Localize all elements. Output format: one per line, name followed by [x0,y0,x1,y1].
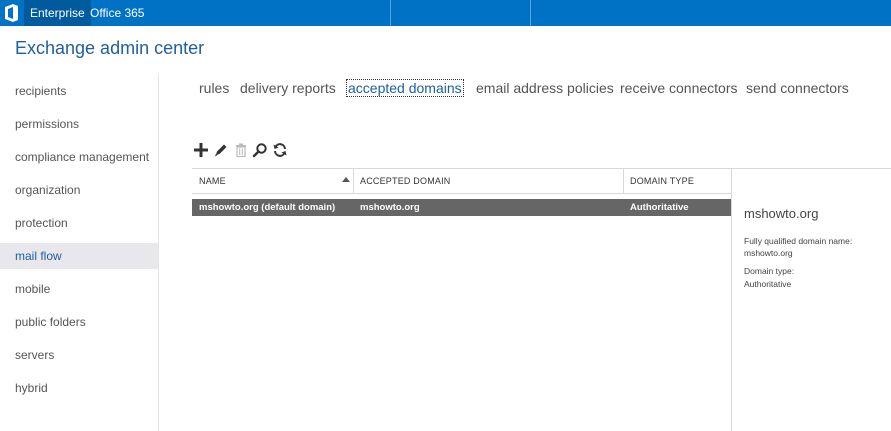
grid-top-border [192,168,891,169]
topbar-tab-enterprise[interactable]: Enterprise [24,0,91,26]
cell-accepted-domain[interactable]: mshowto.org [360,199,420,216]
search-icon[interactable] [252,142,268,158]
topbar-tab-office365[interactable]: Office 365 [84,0,150,26]
sidebar-item-recipients[interactable]: recipients [0,78,158,104]
cell-name[interactable]: mshowto.org (default domain) [199,199,335,216]
refresh-icon[interactable] [272,142,288,158]
cell-domain-type[interactable]: Authoritative [630,199,689,216]
column-separator [353,169,354,193]
sidebar-item-mobile[interactable]: mobile [0,276,158,302]
sidebar-item-servers[interactable]: servers [0,342,158,368]
column-header-domain-type[interactable]: DOMAIN TYPE [630,169,694,193]
sidebar-item-compliance-management[interactable]: compliance management [0,144,158,170]
sidebar-item-mail-flow[interactable]: mail flow [0,243,158,269]
tab-send-connectors[interactable]: send connectors [746,80,849,96]
tab-delivery-reports[interactable]: delivery reports [240,80,336,96]
details-type-label: Domain type: [744,266,795,276]
column-separator [623,169,624,193]
page-title: Exchange admin center [15,38,205,58]
details-pane-border [731,169,732,431]
topbar-divider [390,0,391,26]
details-fqdn-label: Fully qualified domain name: [744,236,853,246]
top-bar: Enterprise Office 365 [0,0,891,26]
column-header-accepted-domain[interactable]: ACCEPTED DOMAIN [360,169,451,193]
details-fqdn-value: mshowto.org [744,248,793,258]
sidebar: recipients permissions compliance manage… [0,74,158,431]
sidebar-item-organization[interactable]: organization [0,177,158,203]
sidebar-item-public-folders[interactable]: public folders [0,309,158,335]
sidebar-item-hybrid[interactable]: hybrid [0,375,158,401]
add-icon[interactable] [193,142,209,158]
column-header-name[interactable]: NAME [199,169,226,193]
details-type-value: Authoritative [744,279,792,289]
details-title: mshowto.org [744,206,819,221]
grid-header-border [192,193,732,194]
office-logo-icon[interactable] [4,4,19,22]
tab-accepted-domains[interactable]: accepted domains [346,79,464,97]
tab-rules[interactable]: rules [199,80,229,96]
topbar-divider [530,0,531,26]
sidebar-border [158,74,159,431]
sort-ascending-icon[interactable] [342,177,350,182]
sidebar-item-protection[interactable]: protection [0,210,158,236]
sidebar-item-permissions[interactable]: permissions [0,111,158,137]
edit-icon[interactable] [213,142,229,158]
tab-email-address-policies[interactable]: email address policies [476,80,614,96]
delete-icon[interactable] [233,142,249,158]
tab-receive-connectors[interactable]: receive connectors [620,80,738,96]
